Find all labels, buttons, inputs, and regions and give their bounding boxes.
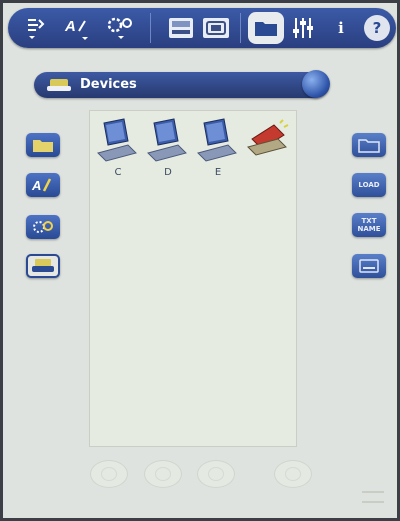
card-reader-button[interactable]: [200, 14, 232, 42]
drive-item[interactable]: E: [196, 117, 240, 179]
folder-icon: [33, 140, 53, 152]
drive-item[interactable]: [246, 117, 290, 179]
nav-button[interactable]: [90, 460, 128, 488]
sliders-icon: [293, 18, 313, 38]
nav-button[interactable]: [274, 460, 312, 488]
help-button[interactable]: ?: [364, 15, 390, 41]
settings-view-button[interactable]: [26, 215, 60, 239]
font-az-icon: A: [64, 18, 88, 40]
drive-letter: D: [164, 167, 172, 178]
laptop-drive-icon: [97, 118, 137, 162]
font-sort-button[interactable]: A: [63, 12, 93, 44]
folder-view-button[interactable]: [26, 133, 60, 157]
rename-icon: TXT NAME: [357, 217, 381, 233]
screen: A i ? Devices A LOAD TXT NAME C D E: [2, 0, 398, 521]
devices-icon: [32, 259, 54, 272]
font-view-button[interactable]: A: [26, 173, 60, 197]
sd-card-icon: [169, 18, 193, 38]
settings-icon: [33, 221, 53, 233]
laptop-drive-icon: [147, 118, 187, 162]
svg-text:A: A: [64, 18, 76, 35]
nav-circle-icon: [101, 467, 117, 481]
font-icon: A: [31, 178, 52, 193]
devices-title: Devices: [80, 77, 137, 92]
devices-icon: [47, 79, 71, 91]
resize-grip-icon[interactable]: [362, 491, 384, 503]
drive-item[interactable]: D: [146, 117, 190, 179]
nav-circle-icon: [285, 467, 301, 481]
help-icon: ?: [372, 19, 382, 37]
load-icon: LOAD: [358, 181, 380, 189]
drive-letter: E: [214, 167, 222, 178]
info-icon: i: [338, 19, 344, 37]
toolbar-divider: [150, 13, 151, 43]
gear-tools-icon: [107, 17, 132, 39]
toolbar-divider: [240, 13, 241, 43]
drive-icon: [359, 259, 379, 273]
info-button[interactable]: i: [330, 12, 352, 44]
drive-button[interactable]: [352, 254, 386, 278]
eraser-drive-icon: [247, 119, 289, 156]
card-reader-icon: [203, 18, 229, 38]
devices-header[interactable]: Devices: [34, 72, 328, 98]
laptop-drive-icon: [197, 118, 237, 162]
svg-text:A: A: [31, 178, 41, 193]
folder-icon: [255, 22, 277, 36]
list-sort-icon: [28, 19, 45, 39]
drive-letter: C: [114, 167, 122, 178]
nav-circle-icon: [155, 467, 171, 481]
nav-button[interactable]: [197, 460, 235, 488]
rename-button[interactable]: TXT NAME: [352, 213, 386, 237]
file-browser-panel: C D E: [89, 110, 297, 447]
load-button[interactable]: LOAD: [352, 173, 386, 197]
list-sort-button[interactable]: [22, 12, 48, 44]
sd-card-button[interactable]: [166, 14, 196, 42]
tools-button[interactable]: [104, 12, 138, 44]
mixer-button[interactable]: [290, 12, 316, 44]
devices-toggle-knob[interactable]: [302, 70, 330, 98]
drive-item[interactable]: C: [96, 117, 140, 179]
devices-view-button[interactable]: [26, 254, 60, 278]
nav-circle-icon: [208, 467, 224, 481]
open-folder-button[interactable]: [352, 133, 386, 157]
top-toolbar: A i ?: [8, 8, 396, 48]
folder-open-icon: [358, 139, 380, 153]
nav-button[interactable]: [144, 460, 182, 488]
tab-folder[interactable]: [248, 12, 284, 44]
